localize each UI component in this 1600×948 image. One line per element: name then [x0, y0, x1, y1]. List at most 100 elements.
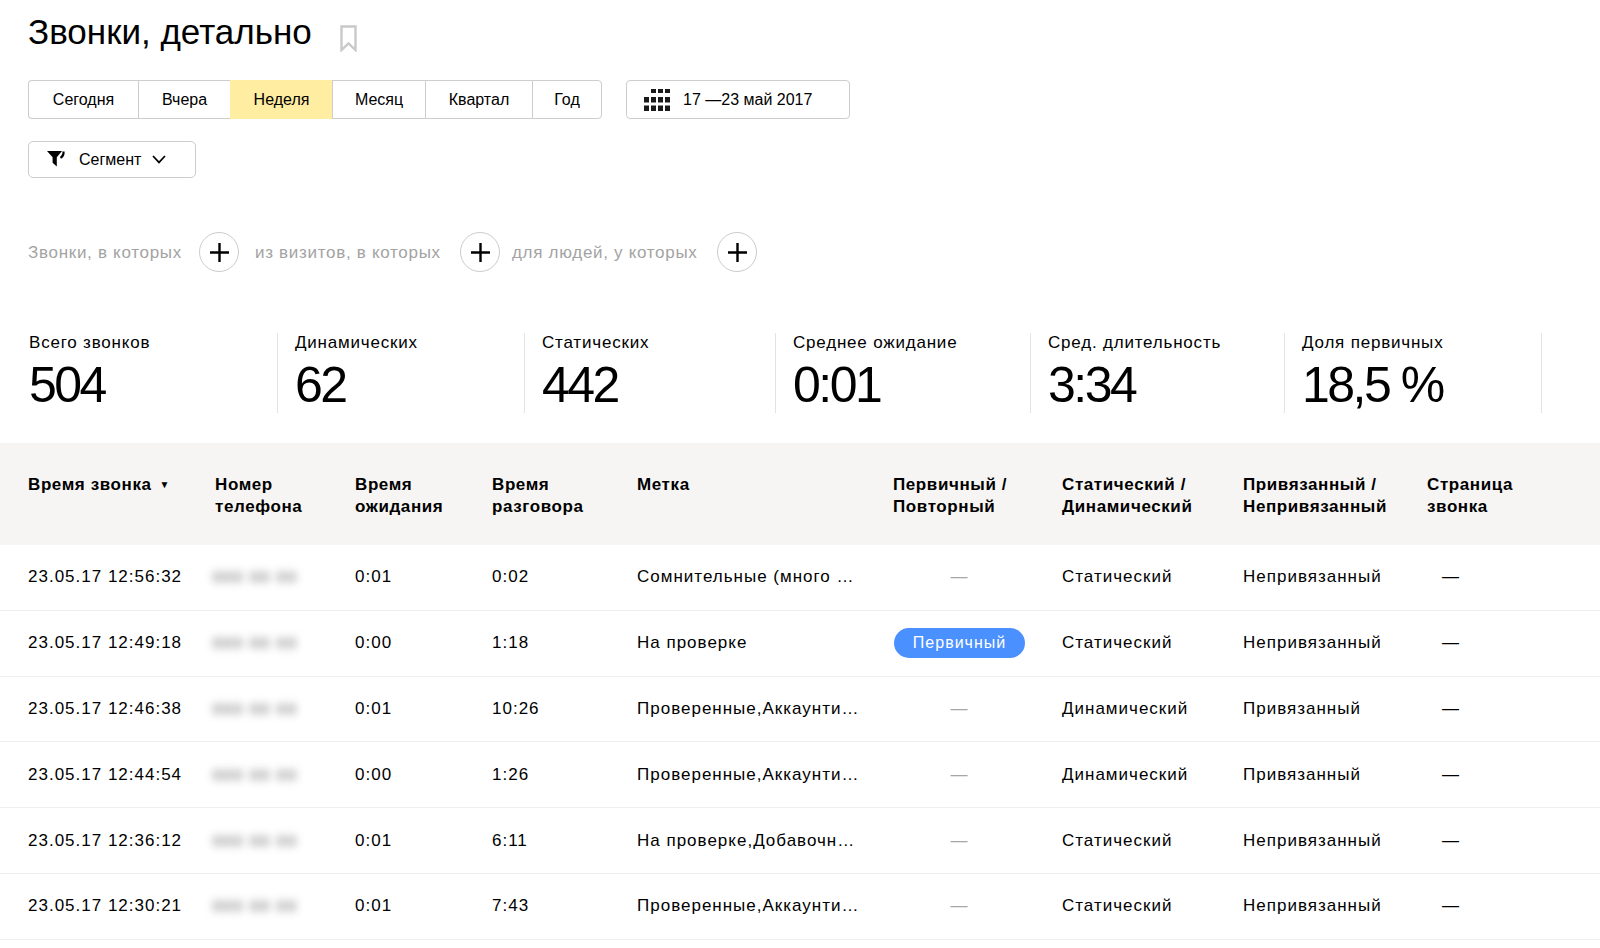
call-page-cell: —	[1442, 633, 1460, 653]
chevron-down-icon	[152, 155, 166, 164]
metric-label: Всего звонков	[29, 333, 277, 353]
binding-cell: Привязанный	[1243, 765, 1361, 785]
period-tab-4[interactable]: Месяц	[332, 80, 425, 119]
static-dynamic-cell: Статический	[1062, 633, 1172, 653]
add-people-filter-button[interactable]	[717, 232, 757, 272]
date-range-label: 17 —23 май 2017	[683, 91, 812, 109]
metric-label: Динамических	[295, 333, 524, 353]
wait-time-cell: 0:01	[355, 567, 392, 587]
table-row[interactable]: 23.05.17 12:30:21 000 00 00 0:01 7:43 Провер…	[0, 874, 1600, 940]
phone-number-cell-redacted: 000 00 00	[213, 896, 298, 916]
binding-cell: Непривязанный	[1243, 633, 1382, 653]
primary-repeat-cell: —	[893, 699, 1026, 719]
call-page-cell: —	[1442, 765, 1460, 785]
period-tab-6[interactable]: Год	[532, 80, 602, 119]
period-tab-3[interactable]: Неделя	[230, 80, 332, 119]
period-tab-5[interactable]: Квартал	[425, 80, 532, 119]
column-header-4[interactable]: Времяразговора	[492, 474, 584, 518]
date-range-button[interactable]: 17 —23 май 2017	[626, 80, 850, 119]
metric-value: 18,5 %	[1302, 358, 1541, 412]
call-time-cell: 23.05.17 12:56:32	[28, 567, 182, 587]
table-row[interactable]: 23.05.17 12:49:18 000 00 00 0:00 1:18 На про…	[0, 611, 1600, 677]
table-body: 23.05.17 12:56:32000 00 000:010:02Сомнит…	[0, 545, 1600, 940]
label-cell: Сомнительные (много …	[637, 567, 855, 587]
binding-cell: Непривязанный	[1243, 831, 1382, 851]
period-tab-1[interactable]: Сегодня	[28, 80, 138, 119]
column-header-5[interactable]: Метка	[637, 474, 690, 496]
metric-label: Доля первичных	[1302, 333, 1541, 353]
column-header-2[interactable]: Номертелефона	[215, 474, 302, 518]
column-header-7[interactable]: Статический /Динамический	[1062, 474, 1192, 518]
metric-block-5: Сред. длительность3:34	[1030, 333, 1284, 413]
column-header-6[interactable]: Первичный /Повторный	[893, 474, 1007, 518]
metric-block-4: Среднее ожидание0:01	[775, 333, 1030, 413]
column-header-8[interactable]: Привязанный /Непривязанный	[1243, 474, 1387, 518]
metric-label: Статических	[542, 333, 775, 353]
sort-desc-icon: ▼	[160, 479, 171, 490]
talk-time-cell: 1:18	[492, 633, 529, 653]
column-header-9[interactable]: Страницазвонка	[1427, 474, 1513, 518]
wait-time-cell: 0:00	[355, 765, 392, 785]
static-dynamic-cell: Статический	[1062, 567, 1172, 587]
column-header-1[interactable]: Время звонка▼	[28, 474, 170, 498]
call-time-cell: 23.05.17 12:49:18	[28, 633, 182, 653]
primary-repeat-cell: —	[893, 831, 1026, 851]
label-cell: На проверке,Добавочн…	[637, 831, 855, 851]
call-page-cell: —	[1442, 831, 1460, 851]
metric-block-3: Статических 442	[524, 333, 775, 413]
add-call-filter-button[interactable]	[199, 232, 239, 272]
talk-time-cell: 10:26	[492, 699, 540, 719]
primary-repeat-cell: —	[893, 765, 1026, 785]
period-tabs: СегодняВчераНеделяМесяцКварталГод	[28, 80, 602, 119]
primary-repeat-cell: —	[893, 896, 1026, 916]
filter-label-people: для людей, у которых	[512, 243, 698, 263]
binding-cell: Непривязанный	[1243, 896, 1382, 916]
call-time-cell: 23.05.17 12:30:21	[28, 896, 182, 916]
calendar-grid-icon	[644, 88, 670, 112]
metric-value: 442	[542, 358, 775, 412]
wait-time-cell: 0:01	[355, 896, 392, 916]
binding-cell: Непривязанный	[1243, 567, 1382, 587]
table-row[interactable]: 23.05.17 12:56:32000 00 000:010:02Сомнит…	[0, 545, 1600, 611]
metric-block-6: Доля первичных 18,5 %	[1284, 333, 1542, 413]
metric-label: Сред. длительность	[1048, 333, 1284, 353]
filter-label-visits: из визитов, в которых	[255, 243, 441, 263]
talk-time-cell: 7:43	[492, 896, 529, 916]
table-row[interactable]: 23.05.17 12:46:38000 00 000:0110:26Прове…	[0, 677, 1600, 743]
primary-repeat-cell: —	[893, 567, 1026, 587]
call-page-cell: —	[1442, 567, 1460, 587]
static-dynamic-cell: Динамический	[1062, 699, 1188, 719]
phone-number-cell-redacted: 000 00 00	[213, 831, 298, 851]
filter-label-calls: Звонки, в которых	[28, 243, 182, 263]
column-header-3[interactable]: Времяожидания	[355, 474, 443, 518]
call-time-cell: 23.05.17 12:44:54	[28, 765, 182, 785]
binding-cell: Привязанный	[1243, 699, 1361, 719]
table-header: Время звонка▼ Номертелефона Времяожидания В…	[0, 443, 1600, 545]
add-visit-filter-button[interactable]	[460, 232, 500, 272]
wait-time-cell: 0:01	[355, 699, 392, 719]
segment-label: Сегмент	[79, 151, 141, 169]
phone-number-cell-redacted: 000 00 00	[213, 633, 298, 653]
metric-block-2: Динамических 62	[277, 333, 524, 413]
talk-time-cell: 1:26	[492, 765, 529, 785]
wait-time-cell: 0:01	[355, 831, 392, 851]
table-row[interactable]: 23.05.17 12:44:54000 00 000:001:26Провер…	[0, 742, 1600, 808]
period-tab-2[interactable]: Вчера	[138, 80, 230, 119]
calls-detail-page: Звонки, детально СегодняВчераНеделяМесяц…	[0, 0, 1600, 948]
primary-repeat-cell: Первичный	[893, 628, 1026, 658]
table-row[interactable]: 23.05.17 12:36:12000 00 000:016:11На про…	[0, 808, 1600, 874]
talk-time-cell: 6:11	[492, 831, 528, 851]
phone-number-cell-redacted: 000 00 00	[213, 567, 298, 587]
label-cell: Проверенные,Аккаунти…	[637, 765, 860, 785]
wait-time-cell: 0:00	[355, 633, 392, 653]
metric-block-1: Всего звонков504	[28, 333, 277, 413]
bookmark-icon[interactable]	[340, 25, 357, 56]
static-dynamic-cell: Динамический	[1062, 765, 1188, 785]
segment-button[interactable]: Сегмент	[28, 141, 196, 178]
summary-metrics: Всего звонков504Динамических62Статически…	[28, 333, 1542, 413]
phone-number-cell-redacted: 000 00 00	[213, 699, 298, 719]
label-cell: Проверенные,Аккаунти…	[637, 699, 860, 719]
label-cell: Проверенные,Аккаунти…	[637, 896, 860, 916]
metric-value: 62	[295, 358, 524, 412]
label-cell: На проверке	[637, 633, 747, 653]
